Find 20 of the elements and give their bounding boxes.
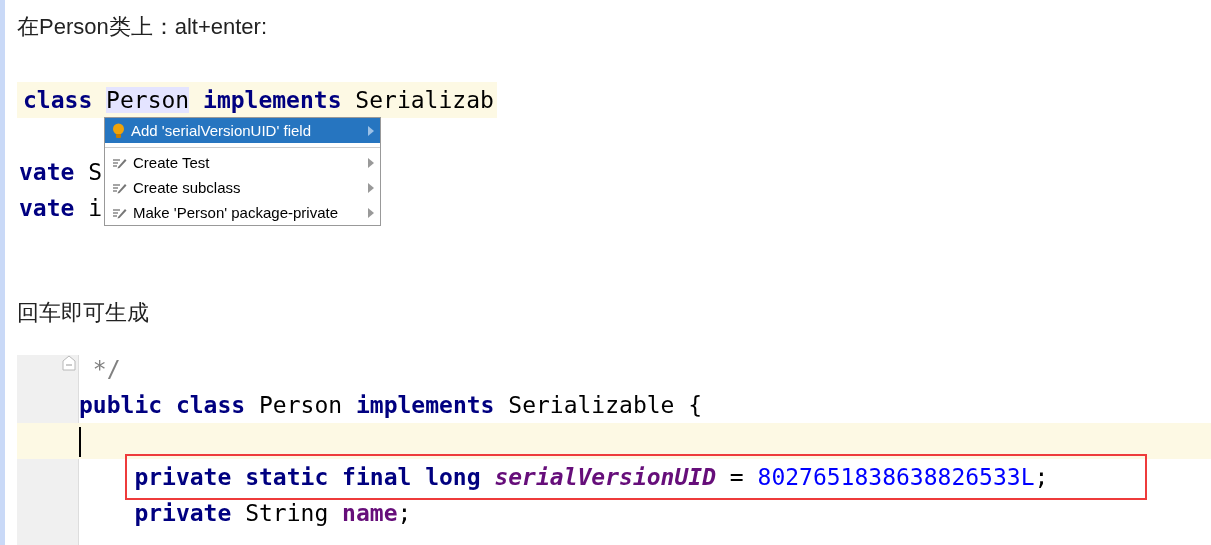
menu-item[interactable]: Make 'Person' package-private	[105, 200, 380, 225]
submenu-arrow-icon	[368, 125, 374, 136]
code-line: private String name;	[133, 499, 412, 528]
menu-item[interactable]: Create Test	[105, 150, 380, 175]
edit-icon	[112, 181, 127, 194]
lightbulb-icon	[112, 122, 125, 139]
code-line: */	[91, 355, 121, 384]
menu-item[interactable]: Create subclass	[105, 175, 380, 200]
edit-icon	[112, 156, 127, 169]
edit-icon	[112, 206, 127, 219]
code-line: private static final long serialVersionUID = 8027651838638826533L;	[133, 463, 1049, 492]
paragraph: 回车即可生成	[17, 299, 150, 327]
submenu-arrow-icon	[368, 182, 374, 193]
submenu-arrow-icon	[368, 207, 374, 218]
code-line: vate S	[19, 158, 103, 187]
submenu-arrow-icon	[368, 157, 374, 168]
code-line: vate i	[19, 194, 103, 223]
paragraph: 在Person类上：alt+enter:	[17, 13, 269, 41]
code-line: public class Person implements Serializable {	[79, 391, 703, 420]
menu-item[interactable]: Add 'serialVersionUID' field	[105, 118, 380, 143]
